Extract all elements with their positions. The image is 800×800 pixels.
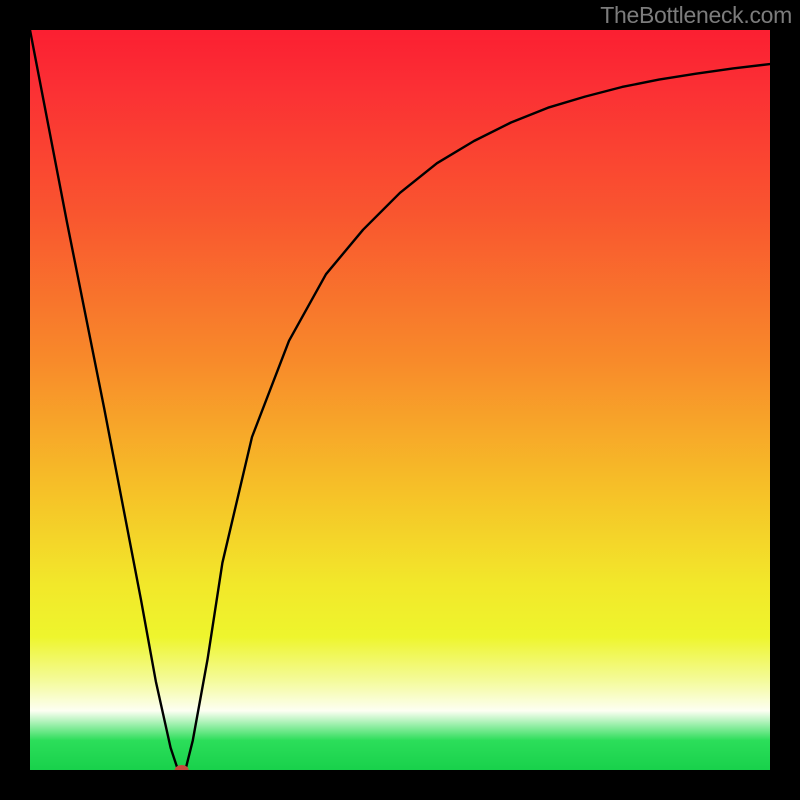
watermark-text: TheBottleneck.com <box>600 2 792 29</box>
chart-frame: TheBottleneck.com <box>0 0 800 800</box>
bottleneck-curve <box>30 30 770 770</box>
plot-area <box>30 30 770 770</box>
